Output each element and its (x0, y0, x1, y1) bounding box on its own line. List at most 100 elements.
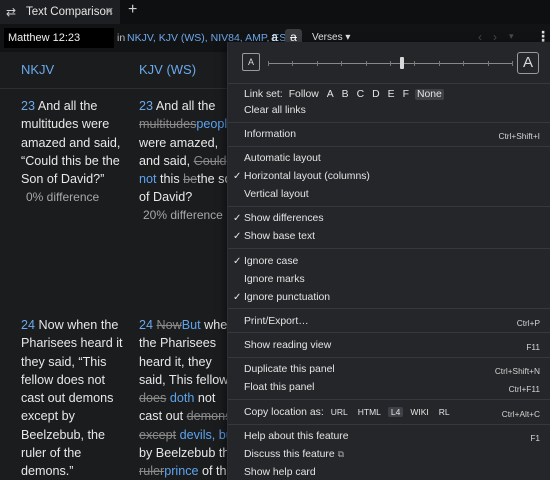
swap-arrows-icon: ⇄ (6, 5, 17, 19)
menu-separator (228, 332, 550, 333)
menu-separator (228, 248, 550, 249)
inserted-word: prince (164, 464, 199, 479)
slider-tick (438, 61, 440, 66)
help-shortcut: F1 (530, 433, 540, 443)
verse-24-nkjv: 24 Now when the Pharisees heard it they … (21, 316, 123, 480)
slider-tick (414, 61, 416, 66)
float-panel-item[interactable]: Float this panel (244, 382, 314, 393)
linkset-option-c[interactable]: C (355, 89, 367, 100)
in-label: in (117, 32, 126, 44)
verse-24-kjv: 24 NowBut when the Pharisees heard it, t… (139, 316, 241, 480)
tab-text-comparison[interactable]: ⇄ Text Comparison ✕ (0, 0, 120, 24)
deleted-word: be (183, 172, 198, 187)
verse-text: And all the multitudes were amazed and s… (21, 99, 121, 187)
linkset-option-a[interactable]: A (325, 89, 336, 100)
discuss-feature-label: Discuss this feature (244, 449, 335, 460)
reading-view-item[interactable]: Show reading view (244, 340, 331, 351)
slider-tick (487, 61, 489, 66)
decrease-font-button[interactable]: A (242, 53, 260, 71)
print-export-item[interactable]: Print/Export… (244, 316, 309, 327)
slider-tick (463, 61, 465, 66)
slider-tick (292, 61, 294, 66)
verse-text: Now when the Pharisees heard it they sai… (21, 318, 123, 479)
checkmark-icon: ✓ (233, 171, 242, 182)
verse-23-nkjv: 23 And all the multitudes were amazed an… (21, 97, 123, 188)
linkset-option-none[interactable]: None (414, 89, 444, 100)
duplicate-shortcut: Ctrl+Shift+N (494, 366, 540, 376)
copy-option-html[interactable]: HTML (355, 407, 384, 417)
verse-number[interactable]: 23 (139, 99, 153, 113)
verse-number[interactable]: 24 (21, 318, 35, 332)
menu-separator (228, 357, 550, 358)
ignore-punctuation-item[interactable]: Ignore punctuation (244, 292, 330, 303)
slider-tick (316, 61, 318, 66)
deleted-word: does (139, 391, 167, 406)
history-dropdown-icon[interactable]: ▾ (509, 31, 514, 42)
slider-tick (341, 61, 343, 66)
show-differences-item[interactable]: Show differences (244, 213, 324, 224)
add-tab-button[interactable]: + (128, 1, 137, 19)
deleted-word: Now (156, 318, 182, 332)
copy-option-rl[interactable]: RL (436, 407, 453, 417)
linkset-option-b[interactable]: B (340, 89, 351, 100)
reference-input[interactable] (4, 28, 114, 48)
verse-text: by Beelzebub the (139, 446, 237, 461)
slider-tick (512, 61, 513, 66)
copy-option-l4[interactable]: L4 (387, 407, 404, 417)
vertical-layout-item[interactable]: Vertical layout (244, 189, 309, 200)
deleted-word: multitudes (139, 117, 197, 132)
show-base-text-item[interactable]: Show base text (244, 231, 315, 242)
duplicate-panel-item[interactable]: Duplicate this panel (244, 364, 335, 375)
external-link-icon: ⧉ (337, 449, 345, 459)
information-item[interactable]: Information (244, 129, 296, 140)
automatic-layout-item[interactable]: Automatic layout (244, 153, 321, 164)
menu-separator (228, 308, 550, 309)
difference-percent: 0% difference (26, 190, 100, 204)
horizontal-layout-item[interactable]: Horizontal layout (columns) (244, 171, 370, 182)
slider-tick (390, 61, 391, 66)
checkmark-icon: ✓ (233, 256, 242, 267)
inserted-word: But (181, 318, 201, 332)
linkset-row: Link set: Follow A B C D E F None (244, 89, 444, 100)
menu-separator (228, 122, 550, 123)
column-header-kjv[interactable]: KJV (WS) (139, 62, 196, 77)
verse-number[interactable]: 23 (21, 99, 35, 113)
slider-tick (365, 61, 367, 66)
copy-option-url[interactable]: URL (328, 407, 351, 417)
inserted-word: doth (169, 391, 195, 406)
column-header-nkjv[interactable]: NKJV (21, 62, 54, 77)
ignore-marks-item[interactable]: Ignore marks (244, 274, 305, 285)
help-feature-item[interactable]: Help about this feature (244, 431, 349, 442)
checkmark-icon: ✓ (233, 231, 242, 242)
linkset-option-f[interactable]: F (401, 89, 411, 100)
linkset-label: Link set: (244, 89, 283, 100)
verse-text: this (160, 172, 180, 187)
font-size-slider-thumb[interactable] (400, 57, 405, 69)
deleted-word: Could (193, 153, 227, 168)
tab-title: Text Comparison (26, 6, 113, 18)
deleted-word: ruler (139, 464, 165, 479)
close-icon[interactable]: ✕ (105, 5, 114, 18)
copy-location-label: Copy location as: (244, 407, 324, 418)
discuss-feature-item[interactable]: Discuss this feature ⧉ (244, 449, 344, 460)
copy-option-wiki[interactable]: WIKI (407, 407, 431, 417)
information-shortcut: Ctrl+Shift+I (498, 131, 540, 141)
copy-location-row: Copy location as: URL HTML L4 WIKI RL (244, 407, 453, 418)
help-card-item[interactable]: Show help card (244, 467, 316, 478)
clear-links-item[interactable]: Clear all links (244, 105, 306, 116)
reading-view-shortcut: F11 (526, 342, 540, 352)
menu-separator (228, 146, 550, 147)
tab-bar: ⇄ Text Comparison ✕ + (0, 0, 550, 24)
checkmark-icon: ✓ (233, 292, 242, 303)
slider-tick (268, 61, 269, 66)
linkset-option-e[interactable]: E (386, 89, 397, 100)
linkset-option-d[interactable]: D (370, 89, 382, 100)
verse-number[interactable]: 24 (139, 318, 153, 332)
increase-font-button[interactable]: A (517, 52, 539, 74)
ignore-case-item[interactable]: Ignore case (244, 256, 298, 267)
menu-separator (228, 424, 550, 425)
linkset-option-follow[interactable]: Follow (287, 89, 321, 100)
menu-separator (228, 83, 550, 84)
verse-23-kjv: 23 And all the multitudespeople were ama… (139, 97, 241, 207)
checkmark-icon: ✓ (233, 213, 242, 224)
